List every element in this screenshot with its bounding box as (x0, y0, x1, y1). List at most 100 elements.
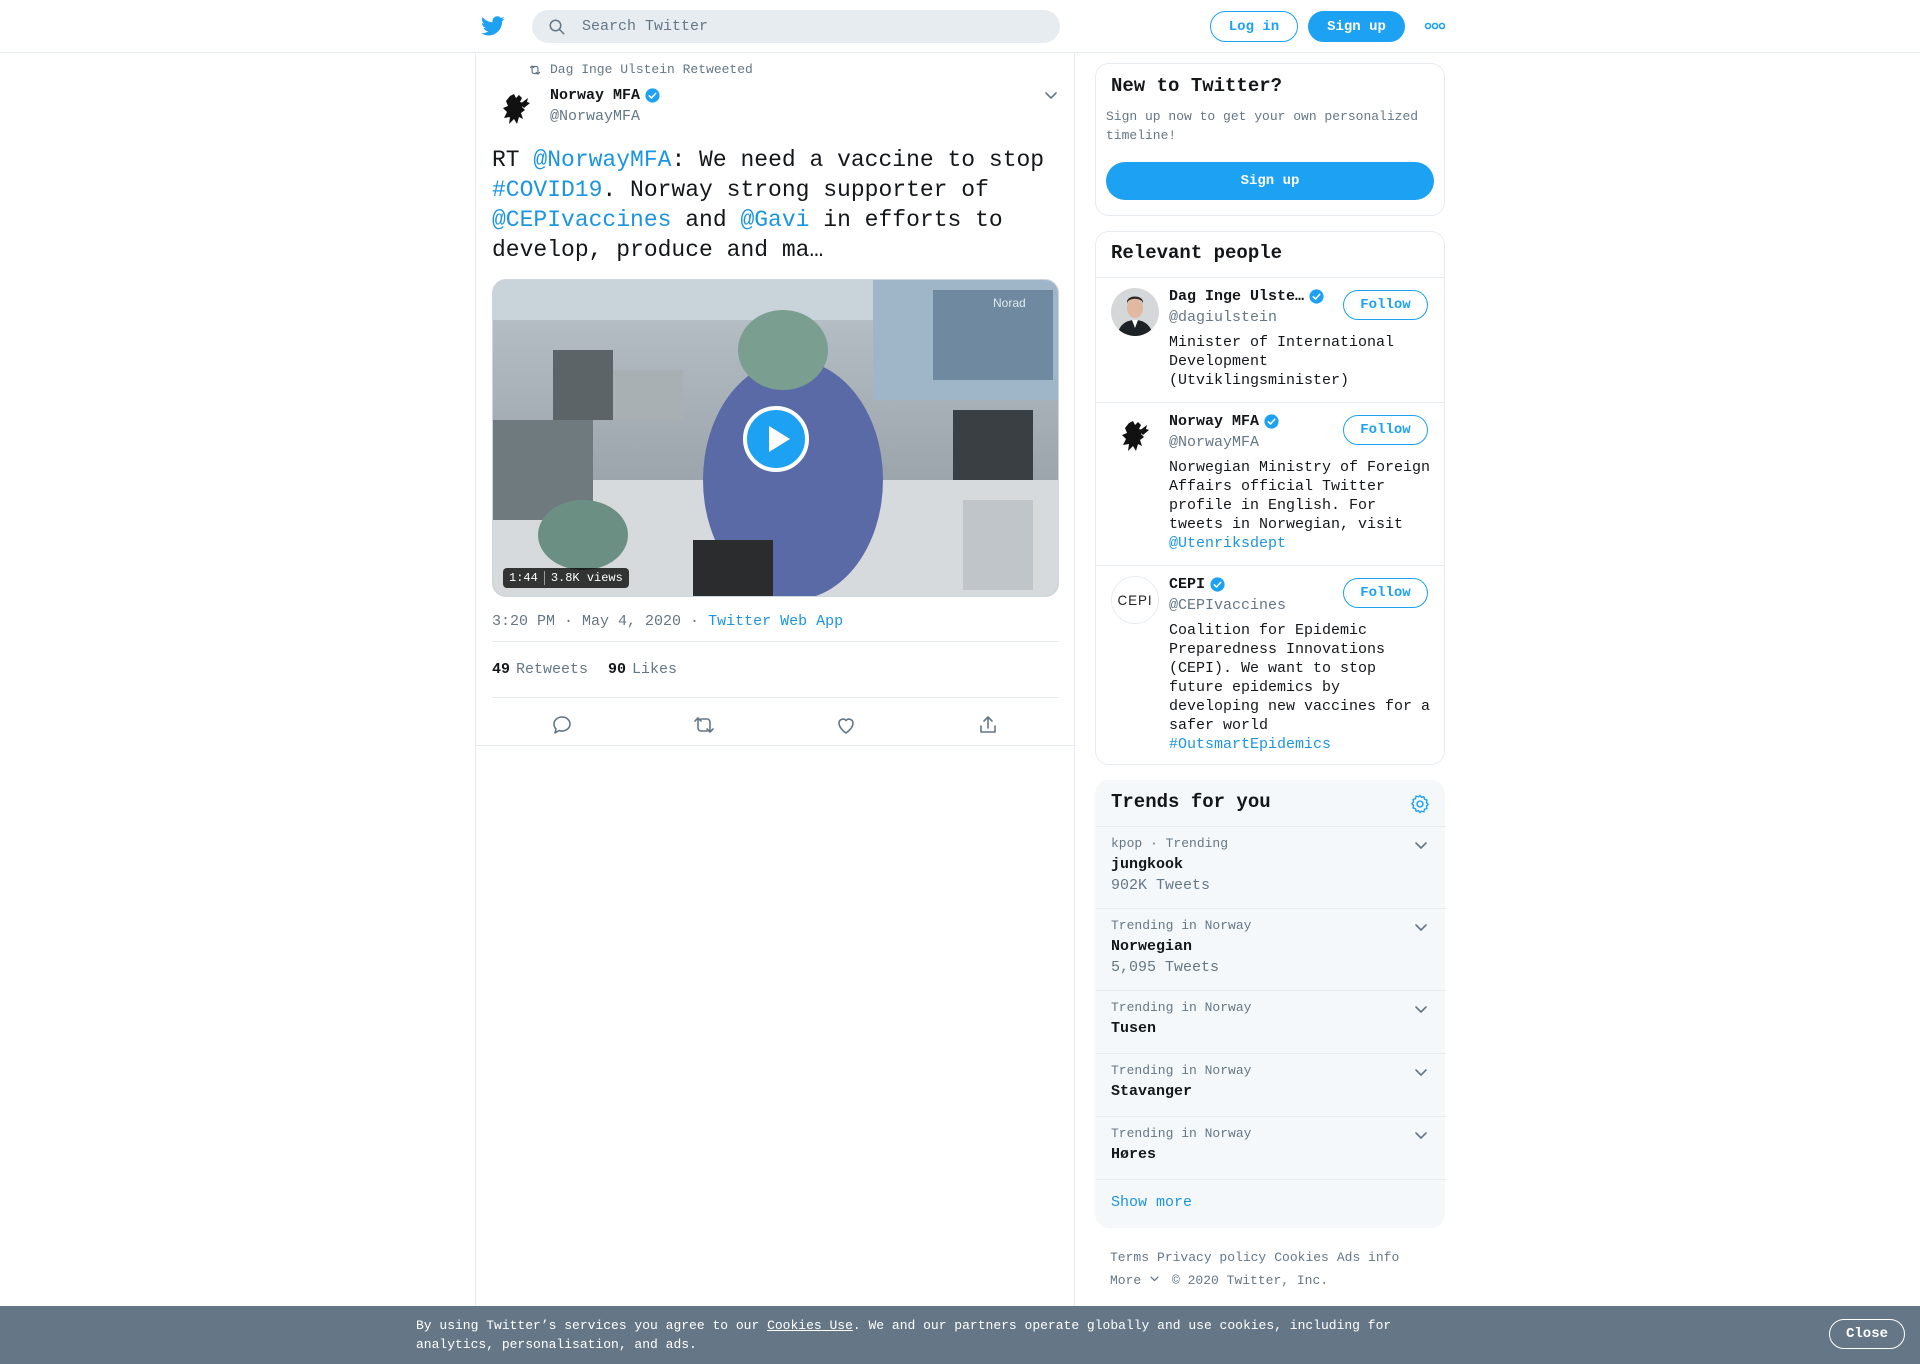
retweet-context-label: Dag Inge Ulstein Retweeted (550, 62, 753, 77)
footer-terms-link[interactable]: Terms (1110, 1250, 1149, 1265)
author-name[interactable]: Norway MFA (550, 87, 661, 104)
divider (476, 745, 1076, 746)
tweet-timestamp-line: 3:20 PM · May 4, 2020 · Twitter Web App (492, 613, 843, 630)
cookie-banner-text: By using Twitter’s services you agree to… (416, 1316, 1416, 1354)
person-handle[interactable]: @dagiulstein (1169, 309, 1277, 326)
chevron-down-icon[interactable] (1413, 1064, 1429, 1080)
mention-link[interactable]: @Gavi (740, 207, 809, 233)
search-input[interactable] (582, 10, 1042, 43)
person-item[interactable]: CEPI CEPI @CEPIvaccines Coalition for Ep… (1096, 566, 1444, 764)
footer-cookies-link[interactable]: Cookies (1274, 1250, 1329, 1265)
follow-button[interactable]: Follow (1343, 290, 1428, 320)
retweets-stat[interactable]: 49 Retweets (492, 661, 588, 678)
mention-link[interactable]: @CEPIvaccines (492, 207, 671, 233)
person-handle[interactable]: @NorwayMFA (1169, 434, 1259, 451)
trend-item[interactable]: Trending in Norway Norwegian 5,095 Tweet… (1096, 908, 1446, 990)
video-duration: 1:44 (509, 571, 538, 585)
tweet-stats: 49 Retweets 90 Likes (492, 661, 677, 678)
trend-item[interactable]: kpop · Trending jungkook 902K Tweets (1096, 826, 1446, 908)
chevron-down-icon[interactable] (1413, 1001, 1429, 1017)
tweet-timestamp[interactable]: 3:20 PM · May 4, 2020 (492, 613, 681, 630)
video-player[interactable]: Norad 1:44 3.8K views (492, 279, 1059, 597)
follow-button[interactable]: Follow (1343, 578, 1428, 608)
person-bio: Minister of International Development (U… (1169, 334, 1395, 389)
retweet-icon[interactable] (692, 713, 716, 737)
norway-lion-crest-icon (1111, 413, 1159, 461)
person-avatar[interactable] (1111, 413, 1159, 461)
separator-dot: · (690, 613, 700, 630)
share-icon[interactable] (976, 713, 1000, 737)
close-cookie-banner-button[interactable]: Close (1829, 1319, 1905, 1349)
reply-icon[interactable] (550, 713, 574, 737)
likes-stat[interactable]: 90 Likes (608, 661, 677, 678)
chevron-down-icon[interactable] (1413, 1127, 1429, 1143)
divider (492, 641, 1059, 642)
footer-privacy-link[interactable]: Privacy policy (1157, 1250, 1266, 1265)
footer-more-menu[interactable]: More (1110, 1273, 1160, 1288)
trend-context: Trending in Norway (1111, 1126, 1252, 1141)
tweet-actions (492, 709, 1059, 741)
tweet-text: RT @NorwayMFA: We need a vaccine to stop… (492, 145, 1057, 265)
sidebar-signup-button[interactable]: Sign up (1106, 162, 1434, 200)
signup-button[interactable]: Sign up (1308, 11, 1405, 42)
footer-more-label: More (1110, 1273, 1142, 1288)
bio-mention-link[interactable]: @Utenriksdept (1169, 535, 1286, 552)
like-heart-icon[interactable] (834, 713, 858, 737)
show-more-link[interactable]: Show more (1111, 1194, 1192, 1211)
trend-item[interactable]: Trending in Norway Tusen (1096, 990, 1446, 1053)
retweets-label: Retweets (516, 661, 589, 678)
trend-context: Trending in Norway (1111, 1063, 1252, 1078)
trend-name: Norwegian (1111, 938, 1193, 955)
author-handle[interactable]: @NorwayMFA (550, 108, 640, 125)
trend-name: jungkook (1111, 856, 1184, 873)
person-bio-text: Norwegian Ministry of Foreign Affairs of… (1169, 459, 1431, 533)
person-bio-text: Coalition for Epidemic Preparedness Inno… (1169, 622, 1431, 734)
verified-badge-icon (1309, 289, 1324, 304)
retweets-count: 49 (492, 661, 511, 678)
person-name[interactable]: Dag Inge Ulste… (1169, 288, 1325, 305)
person-item[interactable]: Dag Inge Ulste… @dagiulstein Minister of… (1096, 278, 1444, 402)
cookies-use-link[interactable]: Cookies Use (767, 1318, 853, 1333)
chevron-down-icon[interactable] (1413, 837, 1429, 853)
tweet-text-part: and (671, 207, 741, 233)
play-button-icon[interactable] (743, 406, 809, 472)
mention-link[interactable]: @NorwayMFA (533, 147, 671, 173)
footer-ads-info-link[interactable]: Ads info (1337, 1250, 1399, 1265)
search-icon (549, 19, 565, 35)
bio-hashtag-link[interactable]: #OutsmartEpidemics (1169, 736, 1331, 753)
trend-item[interactable]: Trending in Norway Stavanger (1096, 1053, 1446, 1116)
follow-button[interactable]: Follow (1343, 415, 1428, 445)
twitter-bird-logo-icon[interactable] (480, 14, 506, 38)
badge-divider (543, 571, 545, 585)
trend-context: Trending in Norway (1111, 1000, 1252, 1015)
person-item[interactable]: Norway MFA @NorwayMFA Norwegian Ministry… (1096, 403, 1444, 565)
cepi-logo-text: CEPI (1117, 593, 1152, 608)
chevron-down-icon[interactable] (1413, 919, 1429, 935)
trend-name: Stavanger (1111, 1083, 1193, 1100)
verified-badge-icon (645, 88, 660, 103)
gear-icon[interactable] (1409, 793, 1431, 815)
hashtag-link[interactable]: #COVID19 (492, 177, 602, 203)
person-avatar[interactable] (1111, 288, 1159, 336)
trend-tweet-count: 902K Tweets (1111, 877, 1211, 894)
verified-badge-icon (1264, 414, 1279, 429)
copyright-text: © 2020 Twitter, Inc. (1172, 1273, 1329, 1288)
author-avatar[interactable] (492, 86, 540, 134)
login-button[interactable]: Log in (1210, 11, 1298, 42)
search-box[interactable] (532, 10, 1060, 43)
card-title: New to Twitter? (1111, 75, 1283, 97)
more-options-icon[interactable] (1424, 19, 1446, 33)
person-handle[interactable]: @CEPIvaccines (1169, 597, 1286, 614)
person-name-text: CEPI (1169, 576, 1206, 593)
person-avatar[interactable]: CEPI (1111, 576, 1159, 624)
footer-links: Terms Privacy policy Cookies Ads info More … (1110, 1246, 1440, 1292)
tweet-text-part: : We need a vaccine to stop (671, 147, 1045, 173)
likes-count: 90 (608, 661, 627, 678)
chevron-down-icon[interactable] (1043, 87, 1059, 103)
person-name[interactable]: Norway MFA (1169, 413, 1280, 430)
tweet-source-link[interactable]: Twitter Web App (708, 613, 843, 630)
person-name[interactable]: CEPI (1169, 576, 1226, 593)
video-watermark: Norad (993, 296, 1026, 310)
trend-item[interactable]: Trending in Norway Høres (1096, 1116, 1446, 1179)
author-name-text: Norway MFA (550, 87, 641, 104)
